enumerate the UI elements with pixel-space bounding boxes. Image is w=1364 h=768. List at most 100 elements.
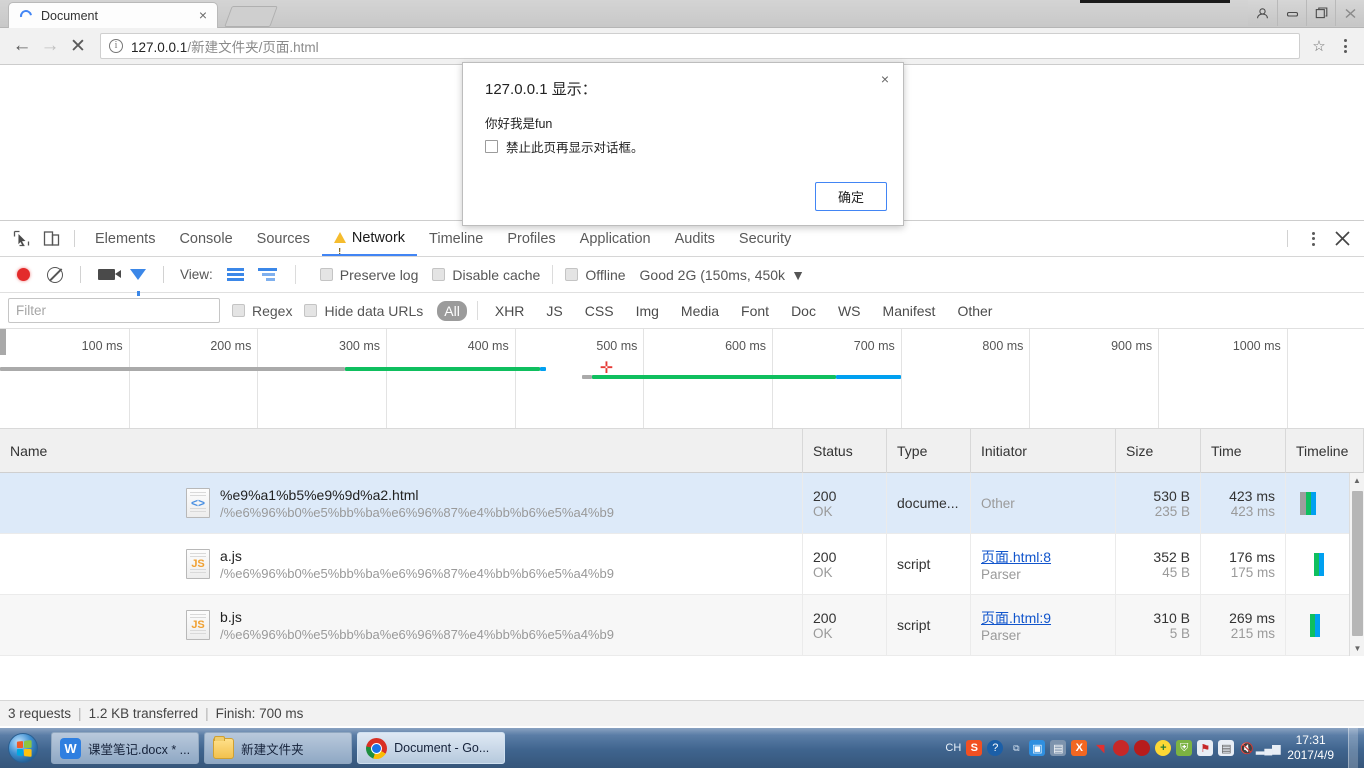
scroll-down-arrow-icon[interactable]: ▼ [1350,641,1364,656]
type-filter-manifest[interactable]: Manifest [876,301,943,321]
disable-cache-checkbox[interactable]: Disable cache [432,267,540,283]
restore-button[interactable] [1306,0,1335,26]
inspect-element-icon[interactable] [6,224,36,254]
taskbar-item-folder[interactable]: 新建文件夹 [204,732,353,764]
profile-icon[interactable] [1248,0,1277,26]
initiator-value[interactable]: 页面.html:9 [981,608,1105,628]
type-filter-font[interactable]: Font [734,301,776,321]
type-filter-doc[interactable]: Doc [784,301,823,321]
bookmark-star-icon[interactable]: ☆ [1306,33,1332,59]
forward-button[interactable]: → [36,32,64,60]
back-button[interactable]: ← [8,32,36,60]
list-view-icon[interactable] [221,260,251,290]
arrow-icon[interactable]: ◥ [1092,740,1108,756]
flag-icon[interactable]: ⚑ [1197,740,1214,756]
tab-elements[interactable]: Elements [83,221,167,256]
type-filter-all[interactable]: All [437,300,467,321]
browser-tab[interactable]: Document × [8,2,218,28]
stop-icon[interactable] [1134,740,1151,756]
screen-icon[interactable]: ▤ [1050,740,1067,756]
cell-name[interactable]: <> %e9%a1%b5%e9%9d%a2.html/%e6%96%b0%e5%b… [0,473,803,533]
column-header-name[interactable]: Name [0,428,803,473]
expand-icon[interactable]: ⧉ [1008,740,1024,756]
sogou-icon[interactable]: S [966,740,983,756]
column-header-time[interactable]: Time [1201,428,1286,473]
cell-name[interactable]: JS a.js/%e6%96%b0%e5%bb%ba%e6%96%87%e4%bb… [0,534,803,594]
type-filter-xhr[interactable]: XHR [488,301,532,321]
ime-indicator[interactable]: CH [945,742,961,754]
device-toolbar-icon[interactable] [36,224,66,254]
column-header-timeline[interactable]: Timeline [1286,428,1364,473]
clipboard-icon[interactable]: ▤ [1218,740,1235,756]
regex-checkbox[interactable]: Regex [232,303,292,319]
stop-loading-button[interactable]: ✕ [64,32,92,60]
type-filter-ws[interactable]: WS [831,301,868,321]
type-filter-media[interactable]: Media [674,301,726,321]
shield-icon[interactable]: ⛨ [1176,740,1193,756]
checkbox-box[interactable] [485,140,498,153]
address-bar[interactable]: i 127.0.0.1/新建文件夹/页面.html [100,33,1300,59]
table-row[interactable]: <> %e9%a1%b5%e9%9d%a2.html/%e6%96%b0%e5%b… [0,473,1364,534]
type-filter-js[interactable]: JS [539,301,569,321]
taskbar-item-wps[interactable]: W 课堂笔记.docx * ... [51,732,200,764]
table-scrollbar[interactable]: ▲ ▼ [1349,473,1364,656]
new-tab-button[interactable] [224,6,278,27]
tab-application[interactable]: Application [568,221,663,256]
tab-close-icon[interactable]: × [195,7,211,24]
scroll-up-arrow-icon[interactable]: ▲ [1350,473,1364,488]
type-filter-img[interactable]: Img [629,301,666,321]
chrome-menu-icon[interactable] [1334,39,1356,53]
checkbox-box[interactable] [232,304,245,317]
help-icon[interactable]: ? [987,740,1004,756]
checkbox-box[interactable] [565,268,579,281]
waterfall-view-icon[interactable] [253,260,283,290]
red-circle-icon[interactable] [1113,740,1130,756]
tab-audits[interactable]: Audits [663,221,727,256]
xmind-icon[interactable]: X [1071,740,1088,756]
tab-console[interactable]: Console [167,221,244,256]
close-devtools-icon[interactable] [1328,225,1356,253]
table-row[interactable]: JS b.js/%e6%96%b0%e5%bb%ba%e6%96%87%e4%bb… [0,595,1364,656]
initiator-value[interactable]: 页面.html:8 [981,547,1105,567]
tab-network[interactable]: Network [321,221,418,270]
show-desktop-button[interactable] [1348,728,1358,768]
filter-input[interactable] [8,298,220,323]
box-icon[interactable]: ▣ [1029,740,1046,756]
network-overview-timeline[interactable]: 100 ms 200 ms 300 ms 400 ms 500 ms 600 ms 700 … [0,329,1364,429]
column-header-initiator[interactable]: Initiator [971,428,1116,473]
offline-checkbox[interactable]: Offline [565,267,626,283]
column-header-size[interactable]: Size [1116,428,1201,473]
filter-toggle-icon[interactable] [123,260,153,296]
tab-timeline[interactable]: Timeline [417,221,495,256]
network-icon[interactable]: ▂▄▆ [1256,740,1281,756]
checkbox-box[interactable] [304,304,318,317]
minimize-button[interactable] [1277,0,1306,26]
clear-button[interactable] [40,260,70,290]
dialog-close-icon[interactable]: × [875,69,895,89]
more-options-icon[interactable] [1302,231,1324,246]
timeline-selection-handle[interactable] [0,329,6,355]
scrollbar-thumb[interactable] [1352,491,1363,636]
type-filter-css[interactable]: CSS [578,301,621,321]
suppress-dialogs-checkbox[interactable]: 禁止此页再显示对话框。 [485,137,644,156]
checkbox-box[interactable] [319,268,333,281]
column-header-status[interactable]: Status [803,428,887,473]
taskbar-item-chrome[interactable]: Document - Go... [357,732,506,764]
column-header-type[interactable]: Type [887,428,971,473]
volume-muted-icon[interactable]: 🔇 [1239,740,1255,756]
type-filter-other[interactable]: Other [950,301,999,321]
taskbar-clock[interactable]: 17:31 2017/4/9 [1281,733,1343,763]
dialog-ok-button[interactable]: 确定 [815,182,887,211]
record-button[interactable] [8,260,38,290]
page-info-icon[interactable]: i [109,39,123,53]
hide-data-urls-checkbox[interactable]: Hide data URLs [304,303,423,319]
plus-icon[interactable]: + [1155,740,1172,756]
tab-profiles[interactable]: Profiles [495,221,567,256]
windows-start-orb[interactable] [0,729,46,767]
table-row[interactable]: JS a.js/%e6%96%b0%e5%bb%ba%e6%96%87%e4%bb… [0,534,1364,595]
tab-sources[interactable]: Sources [245,221,322,256]
tab-security[interactable]: Security [727,221,803,256]
checkbox-box[interactable] [432,268,446,281]
throttling-dropdown[interactable]: Good 2G (150ms, 450k ▼ [640,267,805,283]
preserve-log-checkbox[interactable]: Preserve log [319,267,418,283]
